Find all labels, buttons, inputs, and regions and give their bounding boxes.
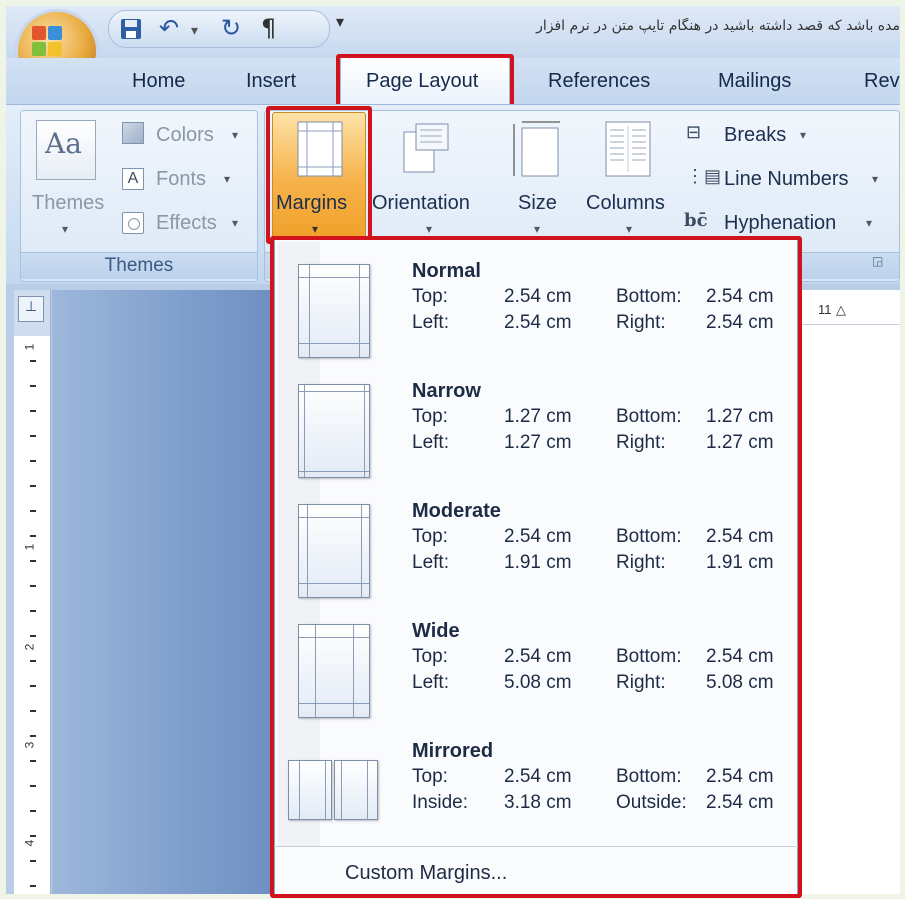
document-background [52, 290, 272, 894]
vruler-number: 1 [22, 543, 37, 551]
page-layout-highlight [336, 54, 514, 110]
vruler-tick [30, 385, 36, 387]
colors-icon[interactable] [122, 122, 144, 144]
tab-references[interactable]: References [548, 70, 650, 93]
hyphenation-dropdown-icon[interactable]: ▾ [866, 216, 872, 230]
quick-access-toolbar: ↶ ▾ ↻ ¶ [108, 10, 330, 48]
vruler-tick [30, 510, 36, 512]
orientation-dropdown-icon[interactable]: ▾ [426, 222, 432, 236]
vruler-tick [30, 785, 36, 787]
paragraph-icon[interactable]: ¶ [261, 14, 276, 42]
hyphenation-label[interactable]: Hyphenation [724, 212, 836, 235]
vruler-tick [30, 460, 36, 462]
breaks-dropdown-icon[interactable]: ▾ [800, 128, 806, 142]
office-logo-icon [32, 26, 62, 56]
vruler-tick [30, 610, 36, 612]
vruler-tick [30, 835, 36, 837]
breaks-icon[interactable]: ⊟ [686, 122, 701, 143]
orientation-icon[interactable] [402, 122, 452, 178]
tab-home[interactable]: Home [132, 70, 185, 93]
themes-group-label: Themes [21, 252, 257, 279]
vruler-number: 3 [22, 741, 37, 749]
line-numbers-icon[interactable]: ⋮▤ [686, 166, 721, 187]
breaks-label[interactable]: Breaks [724, 124, 786, 147]
themes-icon-glyph: Aa [45, 127, 82, 160]
vruler-tick [30, 585, 36, 587]
tab-review[interactable]: Rev [864, 70, 900, 93]
vruler-number: 2 [22, 643, 37, 651]
redo-icon[interactable]: ↻ [221, 14, 241, 42]
colors-label[interactable]: Colors [156, 124, 214, 147]
tab-stop-glyph: ⊥ [25, 298, 38, 314]
vruler-tick [30, 760, 36, 762]
window-title: مده باشد که قصد داشته باشید در هنگام تای… [536, 18, 900, 34]
orientation-label[interactable]: Orientation [372, 192, 470, 215]
fonts-label[interactable]: Fonts [156, 168, 206, 191]
themes-button-label[interactable]: Themes [32, 192, 104, 215]
colors-dropdown-icon[interactable]: ▾ [232, 128, 238, 142]
vruler-tick [30, 685, 36, 687]
columns-label[interactable]: Columns [586, 192, 665, 215]
fonts-icon[interactable]: A [122, 168, 144, 190]
line-numbers-label[interactable]: Line Numbers [724, 168, 849, 191]
tab-selector-icon[interactable]: ⊥ [18, 296, 44, 322]
effects-dropdown-icon[interactable]: ▾ [232, 216, 238, 230]
size-label[interactable]: Size [518, 192, 557, 215]
columns-icon[interactable] [604, 120, 652, 178]
customize-qat-icon[interactable]: ▾ [336, 12, 344, 32]
vruler-tick [30, 410, 36, 412]
vruler-tick [30, 885, 36, 887]
vruler-tick [30, 560, 36, 562]
themes-icon[interactable]: Aa [36, 120, 96, 180]
undo-dropdown-icon[interactable]: ▾ [191, 17, 198, 45]
vruler-tick [30, 810, 36, 812]
tab-insert[interactable]: Insert [246, 70, 296, 93]
vruler-tick [30, 735, 36, 737]
horizontal-ruler-number: 11 [818, 302, 832, 317]
margins-highlight [266, 106, 372, 244]
themes-dropdown-icon[interactable]: ▾ [62, 222, 68, 236]
hyphenation-icon[interactable]: bc̄ [684, 210, 708, 231]
vruler-tick [30, 360, 36, 362]
effects-icon[interactable] [122, 212, 144, 234]
vruler-tick [30, 710, 36, 712]
vruler-tick [30, 660, 36, 662]
vruler-number: 1 [22, 343, 37, 351]
undo-icon[interactable]: ↶ [159, 14, 179, 42]
tab-mailings[interactable]: Mailings [718, 70, 791, 93]
margins-menu-highlight [270, 236, 802, 898]
fonts-dropdown-icon[interactable]: ▾ [224, 172, 230, 186]
line-numbers-dropdown-icon[interactable]: ▾ [872, 172, 878, 186]
vruler-tick [30, 635, 36, 637]
vertical-ruler[interactable] [14, 290, 51, 894]
size-dropdown-icon[interactable]: ▾ [534, 222, 540, 236]
indent-marker-icon[interactable]: △ [836, 302, 846, 318]
effects-label[interactable]: Effects [156, 212, 217, 235]
save-icon[interactable] [119, 17, 143, 41]
vruler-tick [30, 435, 36, 437]
vruler-tick [30, 535, 36, 537]
vruler-tick [30, 485, 36, 487]
vruler-tick [30, 860, 36, 862]
columns-dropdown-icon[interactable]: ▾ [626, 222, 632, 236]
size-icon[interactable] [512, 120, 562, 178]
dialog-launcher-icon[interactable]: ◲ [872, 254, 883, 268]
vruler-number: 4 [22, 839, 37, 847]
